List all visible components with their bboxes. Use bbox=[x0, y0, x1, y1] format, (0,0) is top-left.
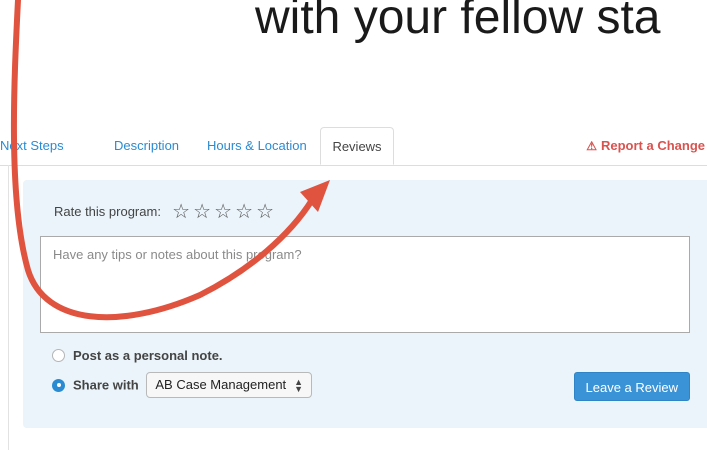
select-arrows-icon: ▲ ▼ bbox=[294, 376, 304, 394]
page: with your fellow sta Next Steps Descript… bbox=[0, 0, 707, 450]
leave-review-button[interactable]: Leave a Review bbox=[573, 372, 690, 401]
tab-reviews[interactable]: Reviews bbox=[320, 127, 394, 165]
review-notes-input[interactable] bbox=[40, 236, 690, 333]
star-icon[interactable]: ☆ bbox=[192, 200, 213, 224]
rate-label: Rate this program: bbox=[54, 204, 161, 219]
tab-description[interactable]: Description bbox=[114, 127, 179, 165]
content-divider bbox=[8, 165, 9, 450]
star-icon[interactable]: ☆ bbox=[171, 200, 192, 224]
share-with-value: AB Case Management bbox=[155, 377, 287, 392]
report-change-link[interactable]: ⚠ Report a Change bbox=[586, 127, 705, 165]
personal-note-option[interactable]: Post as a personal note. bbox=[52, 345, 223, 367]
share-with-radio[interactable] bbox=[52, 378, 65, 392]
review-panel: Rate this program: ☆☆☆☆☆ Post as a perso… bbox=[23, 180, 707, 428]
personal-note-label: Post as a personal note. bbox=[73, 348, 223, 363]
share-with-option[interactable]: Share with AB Case Management ▲ ▼ bbox=[52, 372, 313, 398]
personal-note-radio[interactable] bbox=[52, 349, 65, 363]
star-icon[interactable]: ☆ bbox=[255, 200, 276, 224]
rating-row: Rate this program: ☆ ☆ ☆ ☆ ☆ bbox=[54, 200, 276, 224]
tab-bar: Next Steps Description Hours & Location … bbox=[0, 127, 707, 166]
star-icon[interactable]: ☆ bbox=[234, 200, 255, 224]
tab-hours-location[interactable]: Hours & Location bbox=[207, 127, 307, 165]
tab-next-steps[interactable]: Next Steps bbox=[0, 127, 64, 165]
share-with-select[interactable]: AB Case Management ▲ ▼ bbox=[146, 372, 313, 398]
warning-icon: ⚠ bbox=[586, 139, 597, 153]
share-with-label: Share with bbox=[73, 377, 139, 393]
star-icon[interactable]: ☆ bbox=[213, 200, 234, 224]
star-rating: ☆ ☆ ☆ ☆ ☆ bbox=[171, 200, 276, 226]
page-headline: with your fellow sta bbox=[255, 0, 661, 44]
report-change-label: Report a Change bbox=[600, 138, 705, 153]
